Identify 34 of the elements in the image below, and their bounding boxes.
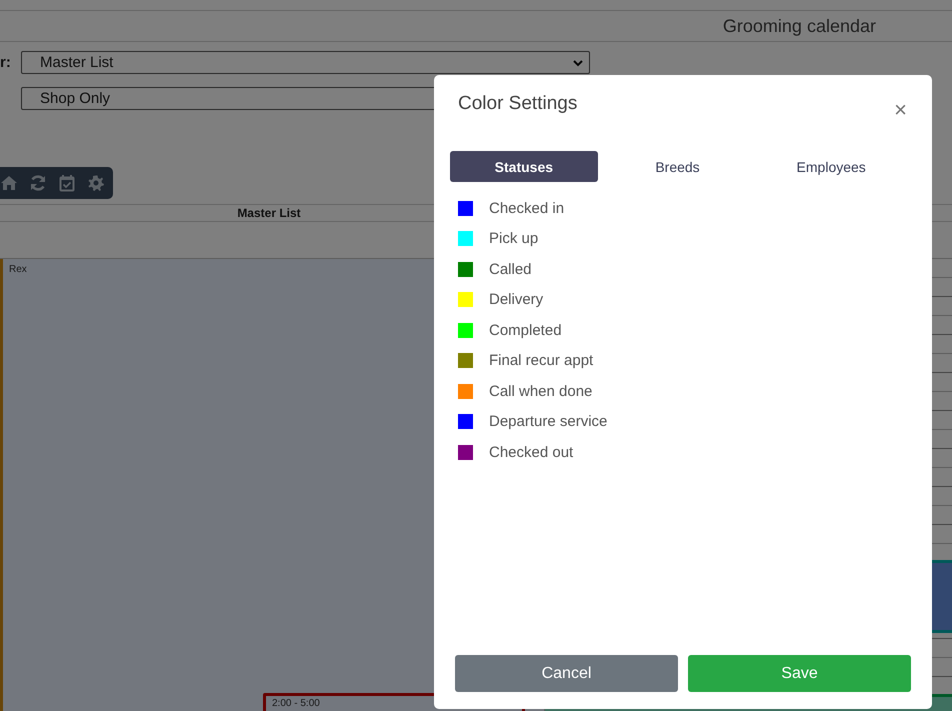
calendar-check-icon[interactable] [58,174,76,192]
home-icon[interactable] [0,174,18,192]
filter-label: r: [0,54,12,71]
color-swatch[interactable] [458,262,473,277]
status-name: Completed [489,322,562,339]
tab[interactable]: Statuses [450,151,598,182]
caret-icon [573,58,583,66]
page-title: Grooming calendar [722,16,876,36]
pet-name: Rex [9,264,27,275]
status-name: Final recur appt [489,352,594,370]
close-button[interactable]: × [894,97,907,123]
settings-icon[interactable] [87,174,105,192]
color-swatch[interactable] [458,353,473,368]
dropdown[interactable]: Master List [21,51,590,74]
tab[interactable]: Breeds [604,151,752,182]
color-swatch[interactable] [458,200,473,216]
color-swatch[interactable] [458,292,473,308]
status-name: Checked in [489,200,564,217]
status-name: Pick up [489,230,538,248]
color-swatch[interactable] [458,414,473,430]
status-name: Checked out [489,444,574,461]
status-name: Called [489,260,532,278]
refresh-icon[interactable] [29,174,47,192]
tab[interactable]: Employees [757,151,906,182]
status-name: Delivery [489,291,544,308]
status-name: Departure service [489,413,608,430]
color-swatch[interactable] [458,444,473,460]
color-swatch[interactable] [458,322,473,338]
color-swatch[interactable] [458,231,473,246]
status-name: Call when done [489,382,592,400]
column-header: Master List [237,205,301,221]
cancel-button[interactable]: Cancel [455,655,678,692]
color-swatch[interactable] [458,384,473,399]
save-button[interactable]: Save [688,655,911,692]
